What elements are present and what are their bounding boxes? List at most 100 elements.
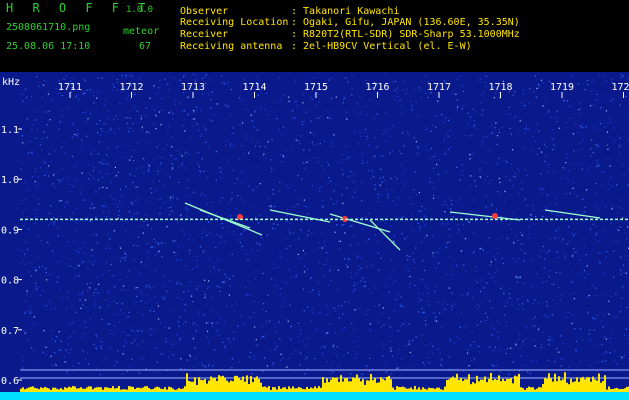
noise-pixel xyxy=(215,150,218,153)
noise-pixel xyxy=(121,204,123,206)
noise-pixel xyxy=(538,130,540,132)
noise-pixel xyxy=(408,340,410,342)
noise-pixel xyxy=(51,184,53,186)
noise-pixel xyxy=(235,208,237,210)
noise-pixel xyxy=(487,252,489,254)
noise-pixel xyxy=(34,349,36,351)
noise-pixel xyxy=(200,109,202,111)
noise-pixel xyxy=(480,102,482,104)
noise-pixel xyxy=(322,275,325,277)
noise-pixel xyxy=(413,137,415,139)
noise-pixel xyxy=(360,257,362,259)
noise-pixel xyxy=(490,307,493,309)
noise-pixel xyxy=(98,141,100,143)
signal-bar xyxy=(266,387,268,392)
signal-bar xyxy=(358,378,360,392)
noise-pixel xyxy=(561,240,563,242)
signal-bar xyxy=(498,375,500,392)
signal-bar xyxy=(312,388,314,392)
signal-bar xyxy=(444,386,446,392)
noise-pixel xyxy=(411,215,413,217)
noise-pixel xyxy=(522,343,524,345)
noise-pixel xyxy=(351,88,353,90)
noise-pixel xyxy=(467,349,469,351)
noise-pixel xyxy=(304,167,306,169)
noise-pixel xyxy=(208,363,211,365)
noise-pixel xyxy=(365,128,367,131)
noise-pixel xyxy=(249,281,251,283)
noise-pixel xyxy=(577,109,579,111)
noise-pixel xyxy=(71,77,73,79)
signal-bar xyxy=(216,380,218,392)
noise-pixel xyxy=(337,305,339,307)
signal-bar xyxy=(36,388,38,392)
noise-pixel xyxy=(63,355,65,357)
noise-pixel xyxy=(204,195,206,197)
noise-pixel xyxy=(23,225,25,227)
noise-pixel xyxy=(67,373,69,375)
noise-pixel xyxy=(464,325,466,327)
signal-bar xyxy=(26,388,28,392)
noise-pixel xyxy=(520,355,522,357)
noise-pixel xyxy=(571,323,573,325)
noise-pixel xyxy=(186,187,188,189)
noise-pixel xyxy=(344,301,346,303)
signal-bar xyxy=(370,373,372,392)
noise-pixel xyxy=(429,181,431,183)
signal-bar xyxy=(40,387,42,392)
noise-pixel xyxy=(151,306,153,308)
noise-pixel xyxy=(399,150,401,152)
noise-pixel xyxy=(207,286,209,288)
noise-pixel xyxy=(521,243,523,245)
noise-pixel xyxy=(93,207,95,209)
noise-pixel xyxy=(583,247,585,249)
signal-bar xyxy=(114,388,116,392)
noise-pixel xyxy=(224,240,226,243)
noise-pixel xyxy=(444,308,446,310)
noise-pixel xyxy=(240,315,242,317)
noise-pixel xyxy=(539,187,541,189)
noise-pixel xyxy=(107,164,109,166)
freq-tick-label: 0.9 xyxy=(1,225,19,236)
noise-pixel xyxy=(34,323,36,325)
noise-pixel xyxy=(198,166,200,168)
signal-bar xyxy=(162,389,164,392)
noise-pixel xyxy=(279,250,281,252)
signal-bar xyxy=(324,382,326,392)
noise-pixel xyxy=(588,167,590,169)
noise-pixel xyxy=(228,277,230,279)
noise-pixel xyxy=(457,224,459,226)
noise-pixel xyxy=(590,148,592,150)
noise-pixel xyxy=(28,339,30,341)
noise-pixel xyxy=(383,324,385,326)
noise-pixel xyxy=(107,131,109,133)
signal-bar xyxy=(280,388,282,392)
noise-pixel xyxy=(72,186,74,188)
noise-pixel xyxy=(330,97,332,99)
noise-pixel xyxy=(243,229,245,231)
noise-pixel xyxy=(589,365,591,367)
noise-pixel xyxy=(34,217,36,219)
noise-pixel xyxy=(497,337,499,339)
noise-pixel xyxy=(345,77,347,79)
noise-pixel xyxy=(131,342,133,344)
noise-pixel xyxy=(625,255,627,257)
signal-bar xyxy=(210,376,212,392)
time-tick-label: 1720 xyxy=(611,82,629,93)
noise-pixel xyxy=(441,359,443,361)
noise-pixel xyxy=(353,180,355,182)
noise-pixel xyxy=(386,189,388,191)
noise-pixel xyxy=(48,175,50,177)
noise-pixel xyxy=(111,89,114,92)
signal-bar xyxy=(440,389,442,392)
noise-pixel xyxy=(88,178,90,180)
signal-bar xyxy=(488,378,490,392)
signal-bar xyxy=(170,387,172,392)
noise-pixel xyxy=(189,202,192,204)
noise-pixel xyxy=(578,114,581,116)
noise-pixel xyxy=(450,146,452,148)
noise-pixel xyxy=(37,235,39,237)
noise-pixel xyxy=(506,348,508,350)
noise-pixel xyxy=(121,303,123,305)
noise-pixel xyxy=(550,282,552,285)
